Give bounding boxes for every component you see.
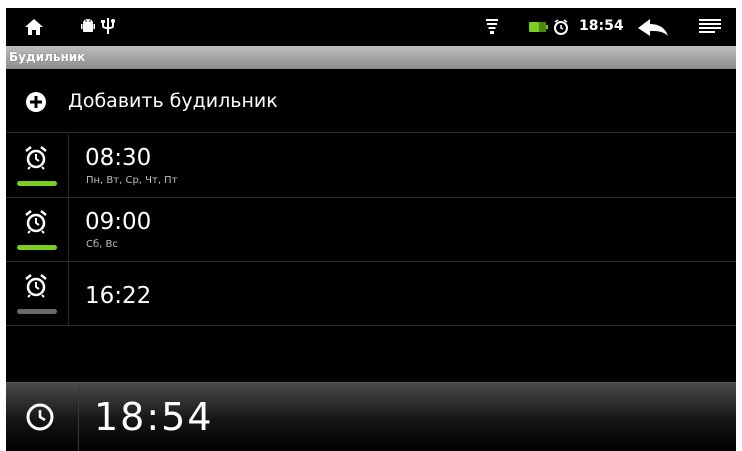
page-title: Будильник (9, 50, 86, 64)
alarm-clock-icon (25, 274, 47, 298)
title-bar: Будильник (6, 46, 736, 69)
alarm-toggle[interactable] (6, 134, 69, 198)
alarm-time: 09:00 (85, 209, 152, 235)
alarm-clock-icon (25, 210, 47, 234)
back-icon[interactable] (636, 18, 670, 38)
alarm-enabled-indicator (17, 181, 57, 186)
usb-icon (101, 18, 115, 34)
alarm-status-icon (554, 19, 568, 35)
alarm-enabled-indicator (17, 245, 57, 250)
alarm-clock-icon (25, 146, 47, 170)
alarm-days: Пн, Вт, Ср, Чт, Пт (86, 175, 178, 186)
alarm-time: 16:22 (85, 283, 152, 309)
current-time: 18:54 (94, 395, 214, 439)
alarm-disabled-indicator (17, 309, 57, 314)
add-alarm-button[interactable]: Добавить будильник (6, 69, 736, 133)
alarm-toggle[interactable] (6, 262, 69, 326)
wifi-icon (486, 19, 498, 34)
add-circle-icon (26, 92, 46, 112)
home-icon[interactable] (24, 18, 44, 36)
alarm-toggle[interactable] (6, 198, 69, 262)
alarm-time: 08:30 (85, 145, 152, 171)
battery-icon (529, 22, 548, 32)
status-bar: 18:54 (6, 8, 736, 46)
android-debug-icon (81, 19, 95, 32)
menu-icon[interactable] (699, 18, 721, 36)
add-alarm-label: Добавить будильник (68, 90, 278, 112)
alarm-list-item[interactable]: 16:22 (6, 262, 736, 326)
alarm-days: Сб, Вс (86, 239, 118, 250)
clock-button[interactable] (6, 383, 79, 451)
alarm-list-item[interactable]: 08:30 Пн, Вт, Ср, Чт, Пт (6, 134, 736, 198)
status-clock: 18:54 (579, 18, 624, 34)
alarm-screen: 18:54 Будильник Добавить будильник 08:30… (6, 8, 736, 451)
alarm-list-item[interactable]: 09:00 Сб, Вс (6, 198, 736, 262)
clock-bar: 18:54 (6, 382, 736, 451)
clock-icon (26, 403, 54, 431)
